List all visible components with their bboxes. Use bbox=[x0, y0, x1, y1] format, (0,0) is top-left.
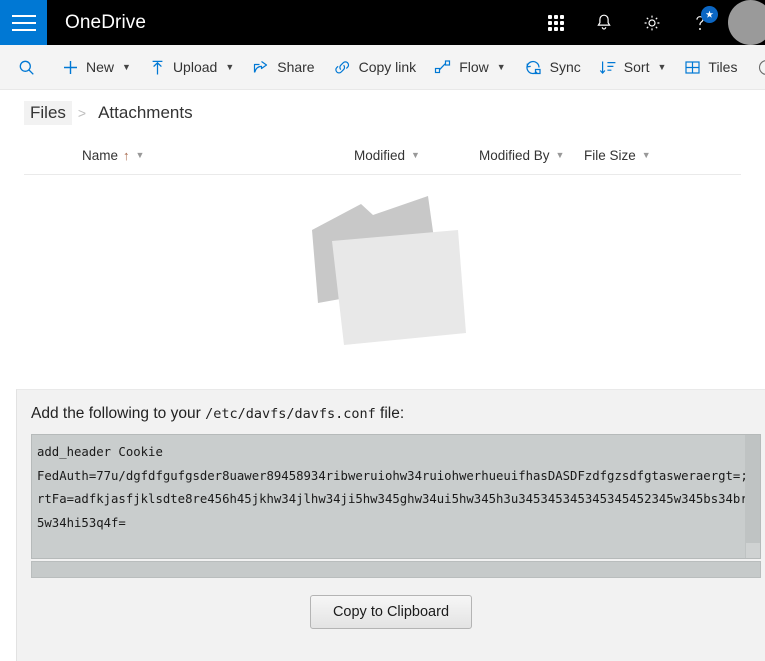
column-header-file-size-label: File Size bbox=[584, 147, 636, 163]
share-button[interactable]: Share bbox=[243, 45, 323, 89]
chevron-down-icon[interactable]: ▼ bbox=[556, 150, 565, 160]
breadcrumb-item-files[interactable]: Files bbox=[24, 101, 72, 125]
breadcrumb: Files > Attachments bbox=[0, 90, 765, 136]
column-header-name[interactable]: Name ↑ ▼ bbox=[82, 136, 354, 174]
bell-icon[interactable] bbox=[580, 0, 628, 45]
chevron-down-icon: ▼ bbox=[122, 62, 131, 72]
new-button[interactable]: New ▼ bbox=[53, 45, 140, 89]
upload-arrow-icon bbox=[149, 59, 166, 76]
breadcrumb-item-attachments[interactable]: Attachments bbox=[92, 101, 199, 125]
davfs-instruction-text: Add the following to your /etc/davfs/dav… bbox=[17, 390, 765, 423]
link-icon bbox=[333, 59, 352, 76]
flow-label: Flow bbox=[459, 59, 489, 75]
tiles-view-button[interactable]: Tiles bbox=[675, 45, 746, 89]
file-list-header: Name ↑ ▼ Modified ▼ Modified By ▼ File S… bbox=[0, 136, 765, 174]
sort-ascending-icon: ↑ bbox=[123, 147, 130, 163]
breadcrumb-separator-icon: > bbox=[77, 105, 87, 121]
hamburger-icon bbox=[11, 10, 36, 36]
code-vertical-scrollbar-thumb[interactable] bbox=[746, 435, 760, 543]
upload-button[interactable]: Upload ▼ bbox=[140, 45, 243, 89]
flow-icon bbox=[434, 59, 452, 76]
app-launcher-waffle-icon[interactable] bbox=[532, 0, 580, 45]
davfs-config-dialog: Add the following to your /etc/davfs/dav… bbox=[16, 389, 765, 661]
help-new-badge bbox=[701, 6, 718, 23]
config-code-text: add_header Cookie FedAuth=77u/dgfdfgufgs… bbox=[37, 445, 761, 530]
hamburger-menu-button[interactable] bbox=[0, 0, 47, 45]
suite-bar: OneDrive bbox=[0, 0, 765, 45]
info-icon bbox=[757, 58, 765, 77]
file-list-empty-state bbox=[0, 175, 765, 385]
chevron-down-icon[interactable]: ▼ bbox=[642, 150, 651, 160]
column-header-file-size[interactable]: File Size ▼ bbox=[584, 136, 694, 174]
chevron-down-icon[interactable]: ▼ bbox=[136, 150, 145, 160]
user-avatar[interactable] bbox=[728, 0, 765, 45]
chevron-down-icon[interactable]: ▼ bbox=[411, 150, 420, 160]
chevron-down-icon: ▼ bbox=[496, 62, 506, 72]
share-label: Share bbox=[277, 59, 315, 75]
column-header-modified-by-label: Modified By bbox=[479, 147, 550, 163]
info-button[interactable] bbox=[748, 45, 765, 89]
upload-label: Upload bbox=[172, 59, 218, 75]
sync-label: Sync bbox=[549, 59, 581, 75]
search-icon bbox=[18, 59, 35, 76]
search-button[interactable] bbox=[8, 45, 49, 89]
new-label: New bbox=[86, 59, 115, 75]
help-question-icon[interactable] bbox=[676, 0, 724, 45]
command-bar: New ▼ Upload ▼ Share Copy link Flow ▼ Sy… bbox=[0, 45, 765, 90]
gear-icon[interactable] bbox=[628, 0, 676, 45]
code-vertical-scrollbar[interactable] bbox=[745, 435, 760, 558]
sort-label: Sort bbox=[623, 59, 650, 75]
column-header-name-label: Name bbox=[82, 147, 119, 163]
sync-button[interactable]: Sync bbox=[515, 45, 590, 89]
copy-link-button[interactable]: Copy link bbox=[324, 45, 426, 89]
chevron-down-icon: ▼ bbox=[657, 62, 667, 72]
sync-icon bbox=[524, 59, 543, 76]
config-file-path: /etc/davfs/davfs.conf bbox=[205, 406, 376, 422]
copy-link-label: Copy link bbox=[358, 59, 417, 75]
share-icon bbox=[252, 59, 270, 76]
waffle-grid-icon bbox=[548, 14, 564, 31]
sort-button[interactable]: Sort ▼ bbox=[590, 45, 676, 89]
plus-icon bbox=[62, 59, 79, 76]
copy-to-clipboard-button[interactable]: Copy to Clipboard bbox=[309, 595, 473, 629]
instruction-suffix: file: bbox=[375, 405, 405, 422]
suite-bar-actions bbox=[532, 0, 765, 45]
column-header-modified-by[interactable]: Modified By ▼ bbox=[479, 136, 584, 174]
instruction-prefix: Add the following to your bbox=[31, 405, 206, 422]
app-title: OneDrive bbox=[65, 11, 147, 33]
tiles-view-icon bbox=[684, 59, 701, 76]
flow-button[interactable]: Flow ▼ bbox=[425, 45, 514, 89]
column-header-modified-label: Modified bbox=[354, 147, 406, 163]
document-icon[interactable] bbox=[24, 136, 82, 174]
empty-folder-illustration bbox=[288, 185, 478, 355]
column-header-modified[interactable]: Modified ▼ bbox=[354, 136, 479, 174]
sort-descending-icon bbox=[599, 59, 617, 76]
code-horizontal-scrollbar[interactable] bbox=[31, 561, 761, 578]
tiles-label: Tiles bbox=[708, 59, 738, 75]
copy-button-row: Copy to Clipboard bbox=[17, 595, 765, 629]
code-horizontal-scrollbar-thumb[interactable] bbox=[32, 562, 731, 577]
chevron-down-icon: ▼ bbox=[225, 62, 235, 72]
config-code-block[interactable]: add_header Cookie FedAuth=77u/dgfdfgufgs… bbox=[31, 434, 761, 559]
